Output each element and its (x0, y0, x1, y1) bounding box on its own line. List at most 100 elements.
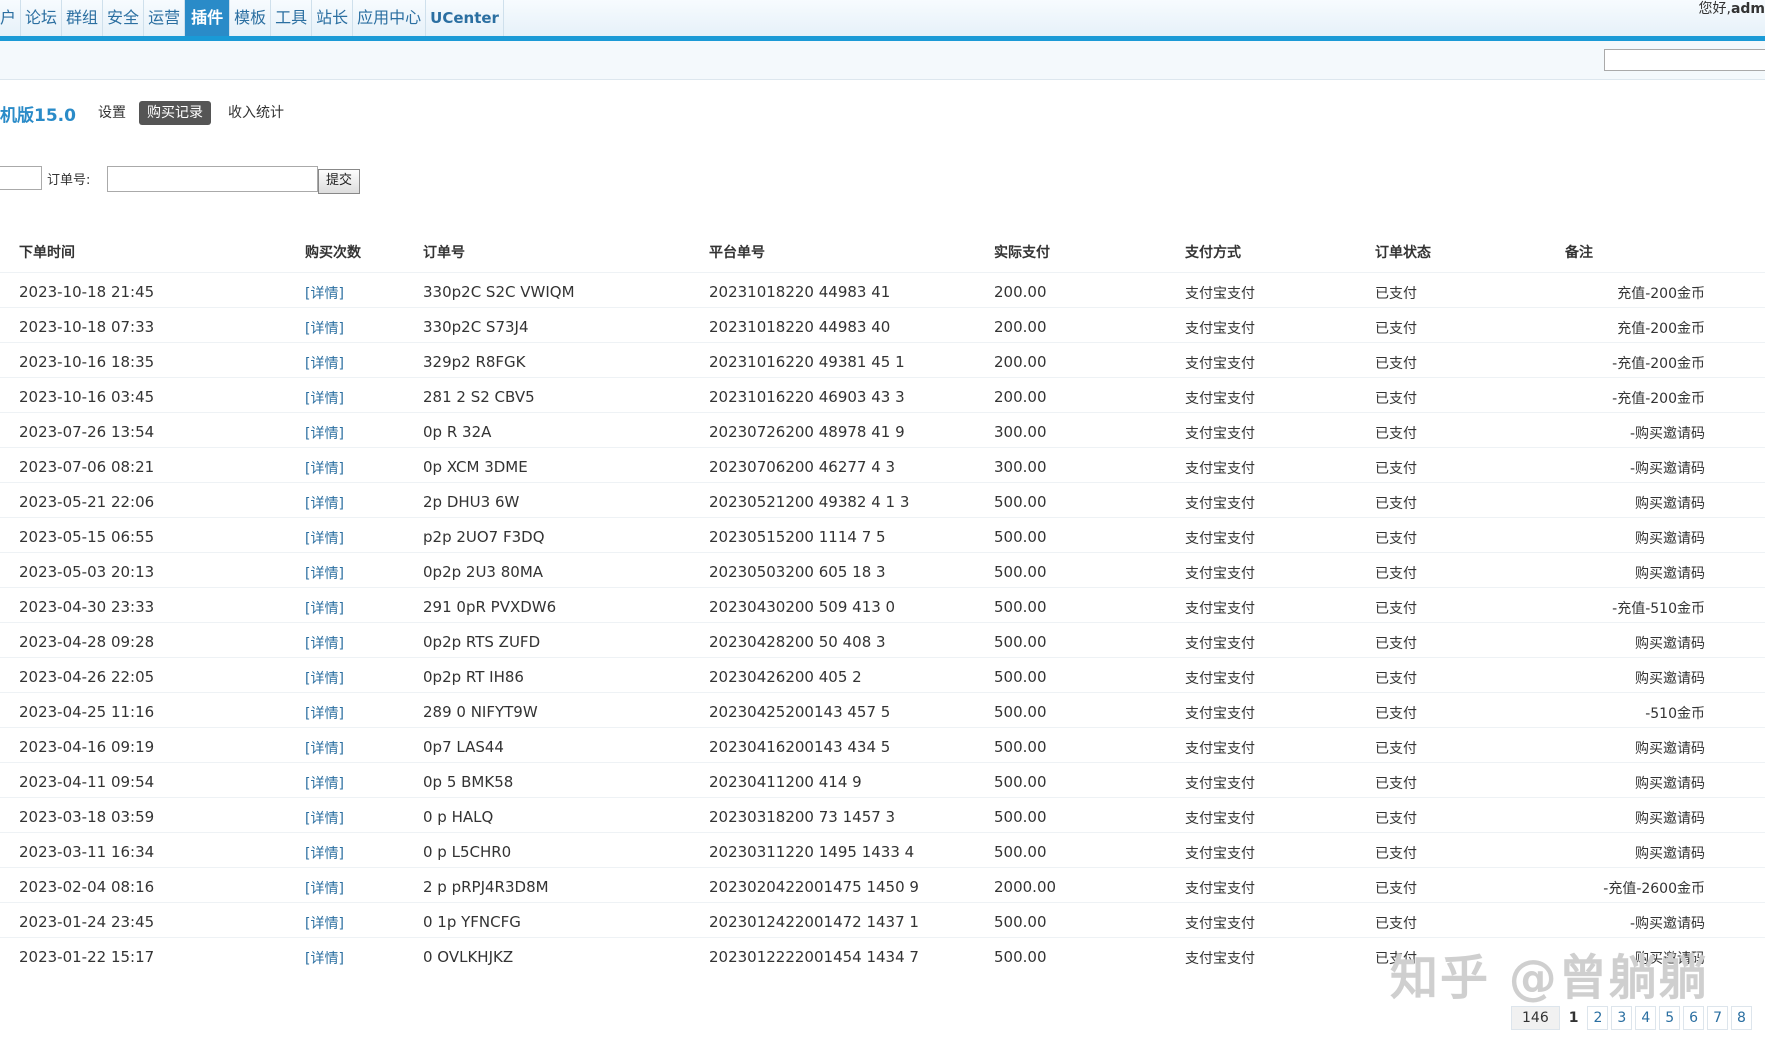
cell-detail-link[interactable]: [详情] (305, 528, 344, 548)
cell-platform-number: 20230521200 49382 4 1 3 (709, 493, 910, 511)
cell-actual-payment: 500.00 (994, 913, 1047, 931)
cell-platform-number: 2023020422001475 1450 9 (709, 878, 919, 896)
cell-remark: -购买邀请码 (1629, 916, 1705, 932)
cell-remark: 购买邀请码 (1635, 531, 1705, 547)
cell-detail-link[interactable]: [详情] (305, 563, 344, 583)
cell-detail-link[interactable]: [详情] (305, 423, 344, 443)
main-menu: 户 论坛 群组 安全 运营 插件 模板 工具 站长 应用中心 UCenter (0, 0, 504, 36)
cell-actual-payment: 200.00 (994, 388, 1047, 406)
tab-purchase-records[interactable]: 购买记录 (139, 101, 211, 125)
pagination-page[interactable]: 8 (1731, 1006, 1752, 1030)
cell-platform-number: 20230311220 1495 1433 4 (709, 843, 915, 861)
cell-order-time: 2023-05-15 06:55 (19, 528, 155, 546)
greeting-text: 您好, (1698, 1, 1731, 17)
submit-button[interactable]: 提交 (318, 169, 360, 194)
pagination-page[interactable]: 2 (1587, 1006, 1609, 1030)
cell-order-time: 2023-04-30 23:33 (19, 598, 155, 616)
cell-detail-link[interactable]: [详情] (305, 388, 344, 408)
cell-detail-link[interactable]: [详情] (305, 738, 344, 758)
menu-item-group[interactable]: 群组 (62, 0, 104, 36)
cell-payment-method: 支付宝支付 (1185, 601, 1255, 617)
menu-item-template[interactable]: 模板 (230, 0, 272, 36)
menu-item-forum[interactable]: 论坛 (21, 0, 63, 36)
cell-order-time: 2023-01-22 15:17 (19, 948, 155, 966)
cell-order-time: 2023-03-11 16:34 (19, 843, 155, 861)
pagination-page[interactable]: 3 (1611, 1006, 1633, 1030)
cell-detail-link[interactable]: [详情] (305, 808, 344, 828)
cell-detail-link[interactable]: [详情] (305, 458, 344, 478)
cell-order-status: 已支付 (1375, 496, 1417, 512)
cell-order-status: 已支付 (1375, 286, 1417, 302)
cell-order-time: 2023-05-03 20:13 (19, 563, 155, 581)
cell-detail-link[interactable]: [详情] (305, 878, 344, 898)
pagination-page[interactable]: 4 (1635, 1006, 1657, 1030)
cell-detail-link[interactable]: [详情] (305, 668, 344, 688)
cell-platform-number: 20230430200 509 413 0 (709, 598, 896, 616)
table-row: 2023-10-16 18:35 [详情] 329p2 R8FGK 202310162… (0, 342, 1765, 378)
menu-item-user[interactable]: 户 (0, 0, 22, 36)
table-row: 2023-05-15 06:55 [详情] p2p 2UO7 F3DQ 2023051… (0, 517, 1765, 553)
cell-platform-number: 2023012222001454 1434 7 (709, 948, 919, 966)
menu-item-webmaster[interactable]: 站长 (312, 0, 354, 36)
cell-platform-number: 20230416200143 434 5 (709, 738, 891, 756)
username-link[interactable]: adm (1731, 1, 1765, 17)
cell-actual-payment: 500.00 (994, 808, 1047, 826)
cell-order-status: 已支付 (1375, 426, 1417, 442)
cell-order-number: 330p2C S2C VWIQM (423, 283, 575, 301)
cell-payment-method: 支付宝支付 (1185, 426, 1255, 442)
cell-detail-link[interactable]: [详情] (305, 948, 344, 968)
tab-settings[interactable]: 设置 (98, 101, 126, 125)
cell-detail-link[interactable]: [详情] (305, 773, 344, 793)
pagination-page[interactable]: 5 (1659, 1006, 1681, 1030)
cell-detail-link[interactable]: [详情] (305, 843, 344, 863)
pagination-page[interactable]: 7 (1707, 1006, 1729, 1030)
cell-order-time: 2023-04-25 11:16 (19, 703, 155, 721)
sub-navigation-bar (0, 41, 1765, 80)
tab-income-stats[interactable]: 收入统计 (228, 101, 284, 125)
cell-actual-payment: 300.00 (994, 458, 1047, 476)
cell-detail-link[interactable]: [详情] (305, 283, 344, 303)
pagination-page[interactable]: 6 (1683, 1006, 1705, 1030)
cell-platform-number: 20231016220 46903 43 3 (709, 388, 905, 406)
cell-detail-link[interactable]: [详情] (305, 703, 344, 723)
cell-platform-number: 20230426200 405 2 (709, 668, 862, 686)
table-row: 2023-04-26 22:05 [详情] 0p2p RT IH86 20230426… (0, 657, 1765, 693)
cell-remark: 购买邀请码 (1635, 811, 1705, 827)
cell-payment-method: 支付宝支付 (1185, 496, 1255, 512)
cell-remark: 充值-200金币 (1617, 286, 1705, 302)
menu-item-security[interactable]: 安全 (103, 0, 145, 36)
menu-item-ucenter[interactable]: UCenter (426, 0, 504, 36)
username-filter-input[interactable] (0, 166, 42, 190)
cell-order-status: 已支付 (1375, 601, 1417, 617)
plugin-title: 机版15.0 (0, 106, 76, 126)
menu-item-app-center[interactable]: 应用中心 (353, 0, 427, 36)
menu-item-plugin[interactable]: 插件 (185, 0, 231, 36)
cell-actual-payment: 500.00 (994, 563, 1047, 581)
cell-remark: 购买邀请码 (1635, 671, 1705, 687)
cell-order-status: 已支付 (1375, 566, 1417, 582)
cell-payment-method: 支付宝支付 (1185, 461, 1255, 477)
cell-actual-payment: 500.00 (994, 773, 1047, 791)
cell-remark: -充值-510金币 (1612, 601, 1705, 617)
cell-order-status: 已支付 (1375, 741, 1417, 757)
cell-actual-payment: 200.00 (994, 318, 1047, 336)
cell-platform-number: 20230318200 73 1457 3 (709, 808, 896, 826)
cell-order-status: 已支付 (1375, 811, 1417, 827)
header-payment-method: 支付方式 (1185, 245, 1241, 261)
table-row: 2023-04-16 09:19 [详情] 0p7 LAS44 20230416200… (0, 727, 1765, 763)
cell-detail-link[interactable]: [详情] (305, 913, 344, 933)
cell-detail-link[interactable]: [详情] (305, 598, 344, 618)
cell-actual-payment: 500.00 (994, 493, 1047, 511)
cell-detail-link[interactable]: [详情] (305, 633, 344, 653)
menu-item-tools[interactable]: 工具 (271, 0, 313, 36)
cell-detail-link[interactable]: [详情] (305, 353, 344, 373)
cell-detail-link[interactable]: [详情] (305, 318, 344, 338)
admin-search-input[interactable] (1604, 49, 1765, 71)
table-row: 2023-03-11 16:34 [详情] 0 p L5CHR0 2023031122… (0, 832, 1765, 868)
cell-remark: 充值-200金币 (1617, 321, 1705, 337)
menu-item-operation[interactable]: 运营 (144, 0, 186, 36)
cell-order-status: 已支付 (1375, 881, 1417, 897)
cell-order-time: 2023-10-16 03:45 (19, 388, 155, 406)
order-number-input[interactable] (107, 166, 318, 192)
cell-detail-link[interactable]: [详情] (305, 493, 344, 513)
